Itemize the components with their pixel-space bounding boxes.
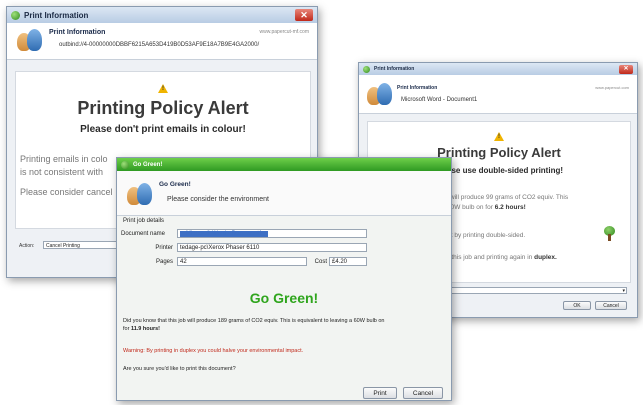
printer-field: tedage-pc\Xerox Phaser 6110 bbox=[177, 243, 367, 252]
alert-title: Printing Policy Alert bbox=[77, 98, 249, 118]
section-label: Print job details bbox=[123, 218, 165, 224]
hours-value: 11.9 hours! bbox=[130, 326, 160, 332]
go-green-heading: Go Green! bbox=[249, 290, 319, 306]
pages-label: Pages bbox=[155, 259, 173, 265]
header-panel: Go Green! Please consider the environmen… bbox=[117, 171, 451, 216]
window-title: Print Information bbox=[24, 10, 89, 20]
action-label: Action: bbox=[19, 243, 35, 249]
cancel-button[interactable]: Cancel bbox=[595, 301, 627, 310]
print-button[interactable]: Print bbox=[363, 387, 397, 399]
message-line: is not consistent with bbox=[20, 167, 104, 177]
co2-text: Did you know that this job will produce … bbox=[123, 318, 385, 324]
title-bar[interactable]: Print Information ✕ bbox=[359, 63, 637, 75]
duplex-word: duplex. bbox=[534, 254, 557, 261]
action-dropdown[interactable]: Cancel Printing bbox=[43, 241, 123, 249]
close-button[interactable]: ✕ bbox=[619, 64, 633, 74]
message-line: Please consider cancel bbox=[20, 187, 113, 197]
action-value: Cancel Printing bbox=[46, 243, 80, 249]
header-panel: Print Information www.papercut.com Micro… bbox=[359, 75, 637, 114]
cost-label: Cost bbox=[314, 259, 327, 265]
document-name-value: Microsoft Word - Document1 bbox=[180, 231, 269, 237]
close-button[interactable]: ✕ bbox=[295, 9, 313, 21]
users-icon bbox=[367, 83, 393, 107]
title-bar[interactable]: Go Green! bbox=[117, 158, 451, 171]
document-name-field[interactable]: Microsoft Word - Document1 bbox=[177, 229, 367, 238]
confirm-question: Are you sure you'd like to print this do… bbox=[123, 366, 236, 372]
document-name: outbind://4-00000000DBBF6215A653D419B0D5… bbox=[59, 42, 260, 48]
document-name: Microsoft Word - Document1 bbox=[401, 97, 478, 103]
ok-button[interactable]: OK bbox=[563, 301, 591, 310]
window-title: Print Information bbox=[374, 66, 415, 72]
cost-field: £4.20 bbox=[329, 257, 367, 266]
header-subtitle: Please consider the environment bbox=[167, 196, 269, 203]
warning-icon: ! bbox=[158, 84, 168, 93]
info-text: for 11.9 hours! bbox=[123, 326, 160, 332]
app-icon bbox=[363, 65, 370, 73]
printer-label: Printer bbox=[155, 245, 173, 251]
window-title: Go Green! bbox=[133, 161, 163, 168]
tree-icon bbox=[604, 226, 616, 242]
app-icon bbox=[11, 10, 20, 20]
for-text: for bbox=[123, 326, 130, 332]
duplex-warning: Warning: By printing in duplex you could… bbox=[123, 348, 304, 354]
go-green-window: Go Green! Go Green! Please consider the … bbox=[116, 157, 452, 401]
alert-subtitle: Please don't print emails in colour! bbox=[80, 124, 246, 135]
header-url[interactable]: www.papercut.com bbox=[595, 85, 629, 90]
header-title: Print Information bbox=[397, 85, 438, 91]
header-panel: Print Information www.papercut-mf.com ou… bbox=[7, 23, 317, 60]
header-title: Go Green! bbox=[159, 181, 191, 188]
header-title: Print Information bbox=[49, 29, 106, 36]
warning-icon: ! bbox=[494, 132, 504, 141]
document-name-label: Document name bbox=[121, 231, 166, 237]
pages-field: 42 bbox=[177, 257, 307, 266]
app-icon bbox=[121, 160, 129, 169]
users-icon bbox=[127, 183, 153, 207]
chevron-down-icon: ▾ bbox=[622, 288, 625, 294]
hours-value: 6.2 hours! bbox=[494, 204, 526, 211]
message-line: Printing emails in colo bbox=[20, 154, 108, 164]
title-bar[interactable]: Print Information ✕ bbox=[7, 7, 317, 23]
cancel-button[interactable]: Cancel bbox=[403, 387, 443, 399]
info-text: Did you know that this job will produce … bbox=[123, 318, 445, 324]
header-url[interactable]: www.papercut-mf.com bbox=[260, 29, 309, 35]
users-icon bbox=[17, 29, 43, 53]
